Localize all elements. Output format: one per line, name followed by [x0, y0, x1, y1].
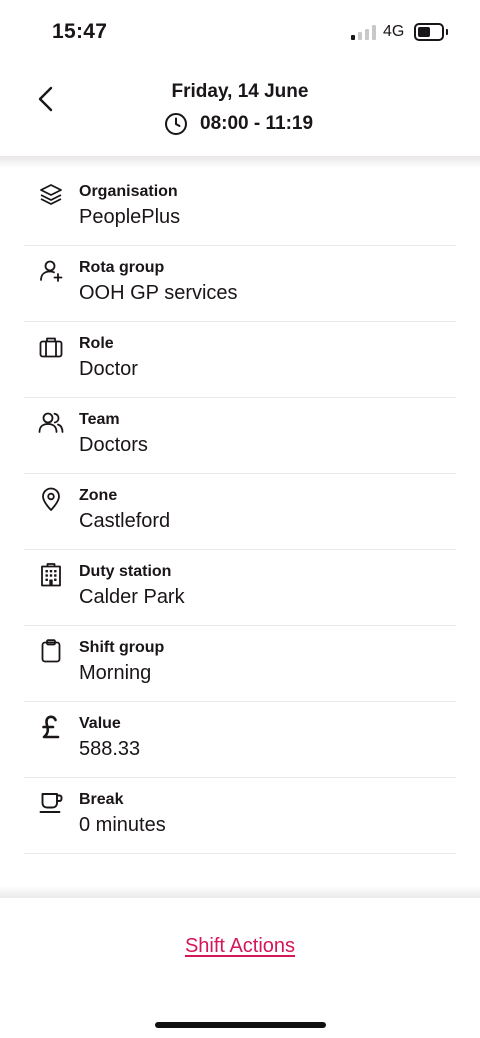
detail-row-shift-group: Shift group Morning: [24, 626, 456, 702]
shift-date: Friday, 14 June: [171, 81, 309, 102]
status-bar: 15:47 4G: [0, 0, 480, 64]
detail-value: Doctor: [79, 358, 138, 380]
shift-header: Friday, 14 June 08:00 - 11:19: [0, 64, 480, 156]
detail-label: Role: [79, 335, 114, 352]
detail-label: Duty station: [79, 563, 172, 580]
detail-label: Team: [79, 411, 120, 428]
detail-value: 588.33: [79, 738, 141, 760]
status-time: 15:47: [52, 20, 108, 43]
detail-row-team: Team Doctors: [24, 398, 456, 474]
detail-value: Calder Park: [79, 586, 185, 608]
signal-icon: [351, 24, 377, 40]
detail-value: Castleford: [79, 510, 171, 532]
shift-time-range: 08:00 - 11:19: [200, 113, 314, 134]
shift-detail-list: Organisation PeoplePlus Rota group OOH G…: [24, 170, 456, 854]
building-icon: [38, 562, 64, 588]
footer-shadow: [0, 886, 480, 898]
shift-time-row: 08:00 - 11:19: [164, 111, 313, 137]
battery-icon: [414, 23, 444, 41]
detail-label: Break: [79, 791, 124, 808]
clipboard-icon: [38, 638, 64, 664]
briefcase-icon: [38, 334, 64, 360]
home-indicator[interactable]: [155, 1022, 326, 1028]
detail-label: Shift group: [79, 639, 165, 656]
shift-actions-link[interactable]: Shift Actions: [0, 935, 480, 958]
battery-tip: [446, 29, 448, 35]
detail-label: Organisation: [79, 183, 178, 200]
detail-row-organisation: Organisation PeoplePlus: [24, 170, 456, 246]
detail-label: Value: [79, 715, 121, 732]
detail-label: Rota group: [79, 259, 165, 276]
detail-value: 0 minutes: [79, 814, 166, 836]
layers-icon: [38, 182, 64, 208]
detail-value: PeoplePlus: [79, 206, 181, 228]
footer-bar: Shift Actions: [0, 898, 480, 998]
detail-row-break: Break 0 minutes: [24, 778, 456, 854]
header-shadow: [0, 156, 480, 168]
detail-row-value: Value 588.33: [24, 702, 456, 778]
detail-row-role: Role Doctor: [24, 322, 456, 398]
coffee-cup-icon: [38, 790, 64, 816]
clock-icon: [165, 113, 187, 135]
detail-row-zone: Zone Castleford: [24, 474, 456, 550]
detail-row-duty-station: Duty station Calder Park: [24, 550, 456, 626]
detail-value: Morning: [79, 662, 152, 684]
users-icon: [38, 410, 64, 436]
user-add-icon: [38, 258, 64, 284]
detail-value: OOH GP services: [79, 282, 238, 304]
location-pin-icon: [38, 486, 64, 512]
detail-value: Doctors: [79, 434, 148, 456]
detail-label: Zone: [79, 487, 118, 504]
pound-icon: [38, 714, 64, 740]
detail-row-rota-group: Rota group OOH GP services: [24, 246, 456, 322]
network-type: 4G: [383, 23, 405, 40]
